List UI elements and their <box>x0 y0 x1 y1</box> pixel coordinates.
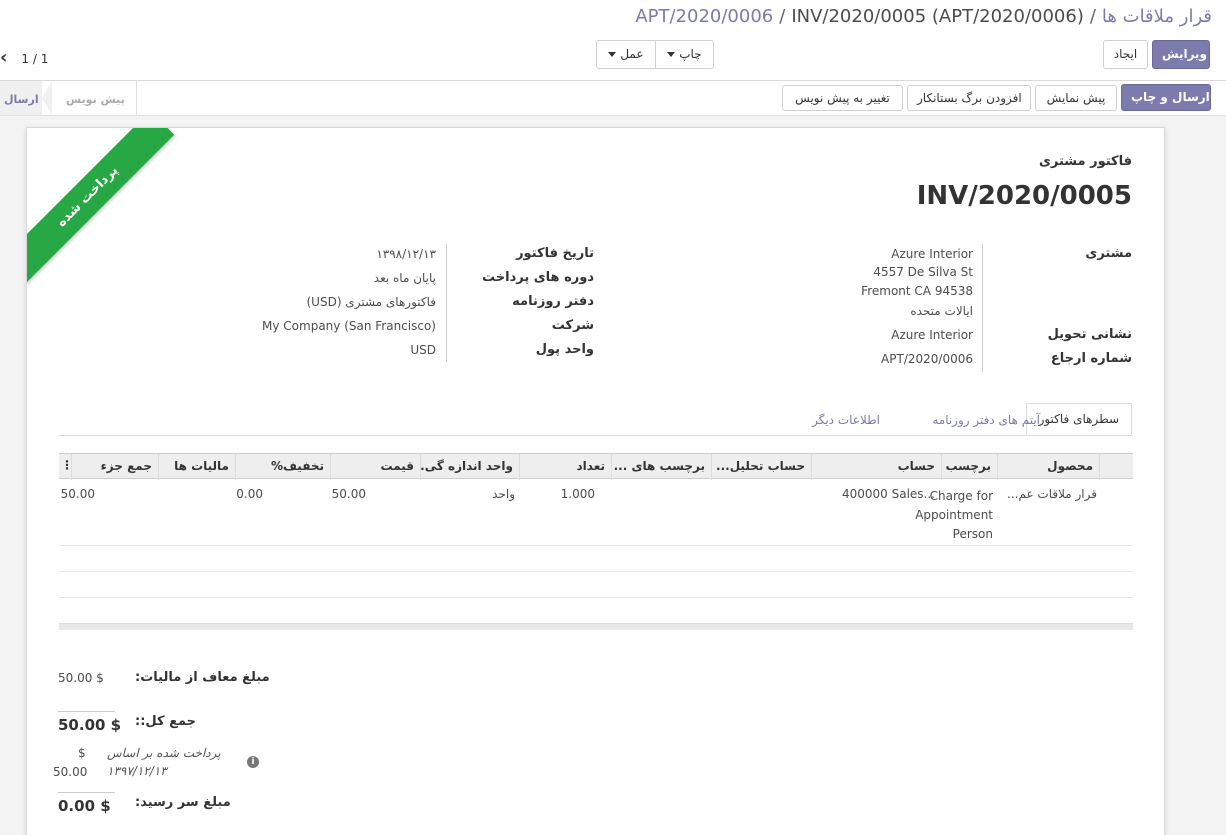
amount-due-label: مبلغ سر رسید: <box>135 795 231 810</box>
edit-button[interactable]: ویرایش <box>1152 40 1210 69</box>
divider <box>136 81 137 116</box>
paid-currency: $ <box>78 746 86 760</box>
breadcrumb-separator: / <box>779 6 786 27</box>
table-row-divider <box>59 571 1133 572</box>
reset-to-draft-button[interactable]: تغییر به پیش نویس <box>782 85 903 111</box>
paid-amount: 50.00 <box>53 765 88 779</box>
total-divider <box>58 711 115 712</box>
cell-price: 50.00 <box>331 487 366 501</box>
column-header-analytic-tags[interactable]: برچسب های ... <box>611 454 711 480</box>
column-handle <box>1099 454 1133 480</box>
field-divider <box>982 244 983 372</box>
table-row[interactable]: قرار ملاقات عم... Charge for Appointment… <box>59 481 1133 545</box>
breadcrumb-current: INV/2020/0005 (APT/2020/0006) <box>791 6 1084 27</box>
caret-down-icon <box>667 52 676 57</box>
print-action-group: عمل چاپ <box>596 40 714 69</box>
customer-label: مشتری <box>1085 246 1132 261</box>
preview-button[interactable]: پیش نمایش <box>1035 85 1117 111</box>
info-icon[interactable]: i <box>247 756 259 768</box>
table-footer <box>59 623 1133 630</box>
currency-value[interactable]: USD <box>410 343 436 357</box>
customer-address-line2: Fremont CA 94538 <box>861 284 973 298</box>
table-row-divider <box>59 545 1133 546</box>
company-value[interactable]: My Company (San Francisco) <box>262 319 436 333</box>
field-divider <box>446 244 447 362</box>
column-header-quantity[interactable]: تعداد <box>519 454 611 480</box>
tabs-baseline <box>59 435 1133 436</box>
delivery-address-value[interactable]: Azure Interior <box>891 328 973 342</box>
total-value: 50.00 $ <box>58 716 122 734</box>
column-header-uom[interactable]: واحد اندازه گی... <box>420 454 519 480</box>
column-header-product[interactable]: محصول <box>997 454 1099 480</box>
currency-label: واحد پول <box>535 342 594 357</box>
send-print-button[interactable]: ارسال و چاپ <box>1121 84 1211 111</box>
delivery-address-label: نشانی تحویل <box>1047 327 1132 342</box>
cell-uom: واحد <box>492 487 515 501</box>
invoice-date-label: تاریخ فاکتور <box>516 246 594 261</box>
column-header-analytic-account[interactable]: حساب تحلیل... <box>711 454 811 480</box>
stage-chevron <box>42 81 52 115</box>
paid-ribbon: پرداخت شده <box>27 128 175 284</box>
pager-prev-icon[interactable]: ‹ <box>0 47 7 68</box>
invoice-date-value: ۱۳۹۸/۱۲/۱۳ <box>376 247 436 261</box>
create-button[interactable]: ایجاد <box>1103 40 1148 69</box>
journal-label: دفتر روزنامه <box>512 294 594 309</box>
cell-product: قرار ملاقات عم... <box>1007 487 1097 501</box>
customer-name[interactable]: Azure Interior <box>891 247 973 261</box>
breadcrumb-root[interactable]: قرار ملاقات ها <box>1102 6 1212 27</box>
print-dropdown[interactable]: چاپ <box>655 40 714 69</box>
payment-terms-label: دوره های پرداخت <box>482 270 594 285</box>
company-label: شرکت <box>551 318 594 333</box>
breadcrumb-parent[interactable]: APT/2020/0006 <box>635 6 773 27</box>
amount-due-value: 0.00 $ <box>58 797 111 815</box>
column-header-account[interactable]: حساب <box>811 454 941 480</box>
column-header-discount[interactable]: تخفیف% <box>235 454 330 480</box>
cell-label-line: Person <box>952 527 993 541</box>
breadcrumb-separator: / <box>1089 6 1096 27</box>
column-header-subtotal[interactable]: جمع جزء <box>71 454 158 480</box>
stage-posted[interactable]: ارسال <box>4 93 39 106</box>
reference-label: شماره ارجاع <box>1050 351 1132 366</box>
action-dropdown[interactable]: عمل <box>596 40 655 69</box>
column-header-label[interactable]: برچسب <box>941 454 997 480</box>
journal-value[interactable]: فاکتورهای مشتری (USD) <box>306 295 436 309</box>
tab-invoice-lines[interactable]: سطرهای فاکتور <box>1025 403 1132 435</box>
table-header: محصول برچسب حساب حساب تحلیل... برچسب های… <box>59 453 1133 480</box>
paid-date: ۱۳۹۷/۱۲/۱۳ <box>107 764 167 778</box>
breadcrumb: قرار ملاقات ها / APT/2020/0006 /INV/2020/00… <box>635 6 1212 27</box>
cell-quantity: 1.000 <box>560 487 595 501</box>
stage-draft[interactable]: پیش نویس <box>66 93 125 106</box>
doc-number: INV/2020/0005 <box>916 181 1132 211</box>
column-header-price[interactable]: قیمت <box>330 454 420 480</box>
cell-label-line: Appointment <box>915 508 993 522</box>
pager: ‹ 1 / 1 <box>0 47 48 68</box>
add-credit-note-button[interactable]: افزودن برگ بستانکار <box>907 85 1031 111</box>
print-label: چاپ <box>679 47 702 61</box>
pager-value[interactable]: 1 / 1 <box>21 52 48 66</box>
untaxed-amount-label: مبلغ معاف از مالیات: <box>135 670 270 685</box>
cell-discount: 0.00 <box>236 487 263 501</box>
column-header-taxes[interactable]: مالیات ها <box>158 454 235 480</box>
column-menu-icon[interactable]: ⋮ <box>61 458 73 472</box>
tab-other-info[interactable]: اطلاعات دیگر <box>812 413 880 427</box>
action-label: عمل <box>620 47 644 61</box>
untaxed-amount-value: 50.00 $ <box>58 671 104 685</box>
table-row-divider <box>59 597 1133 598</box>
payment-terms-value[interactable]: پایان ماه بعد <box>374 271 436 285</box>
form-sheet: پرداخت شده فاکتور مشتری INV/2020/0005 مش… <box>26 127 1165 835</box>
reference-value: APT/2020/0006 <box>881 352 973 366</box>
cell-subtotal: 50.00 <box>60 487 95 501</box>
total-label: جمع کل:: <box>135 714 197 729</box>
customer-address-line1: 4557 De Silva St <box>873 265 973 279</box>
cell-account: 400000 Sales... <box>841 487 935 501</box>
caret-down-icon <box>608 52 617 57</box>
doc-type-label: فاکتور مشتری <box>1038 154 1132 169</box>
residual-divider <box>58 792 115 793</box>
customer-address-line3: ایالات متحده <box>910 304 973 318</box>
tab-journal-items[interactable]: آیتم های دفتر روزنامه <box>932 413 1040 427</box>
paid-label: پرداخت شده بر اساس <box>107 746 221 760</box>
